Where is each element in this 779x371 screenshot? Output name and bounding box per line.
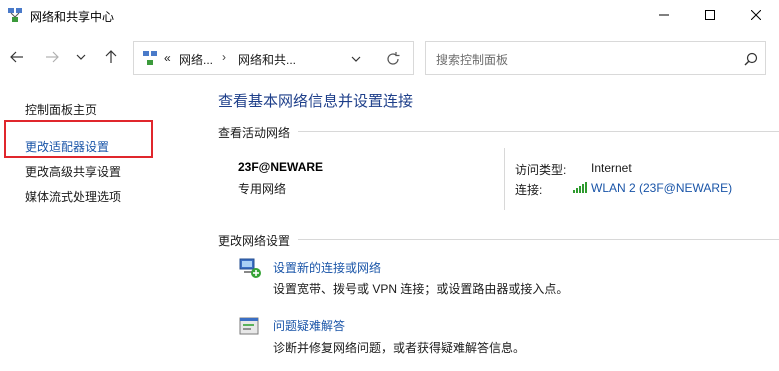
arrow-up-icon <box>105 50 117 63</box>
connection-link[interactable]: WLAN 2 (23F@NEWARE) <box>591 181 732 195</box>
forward-button[interactable] <box>41 46 63 68</box>
chevron-down-icon <box>76 54 86 60</box>
back-button[interactable] <box>6 46 28 68</box>
setup-new-connection-desc: 设置宽带、拨号或 VPN 连接；或设置路由器或接入点。 <box>273 282 569 296</box>
breadcrumb-overflow[interactable]: « <box>164 51 171 65</box>
vertical-divider <box>504 148 505 210</box>
close-button[interactable] <box>733 0 779 30</box>
chevron-down-icon[interactable] <box>349 52 363 66</box>
setup-new-connection-link[interactable]: 设置新的连接或网络 <box>273 259 381 276</box>
page-title: 查看基本网络信息并设置连接 <box>218 93 414 110</box>
search-icon[interactable] <box>744 52 758 66</box>
network-name: 23F@NEWARE <box>238 160 324 174</box>
access-type-value: Internet <box>591 161 632 175</box>
troubleshoot-desc: 诊断并修复网络问题，或者获得疑难解答信息。 <box>273 341 526 355</box>
search-box[interactable]: 搜索控制面板 <box>425 41 766 75</box>
window-title: 网络和共享中心 <box>30 10 115 24</box>
title-bar: 网络和共享中心 <box>0 0 779 30</box>
troubleshoot-icon <box>239 317 259 335</box>
network-type-link[interactable]: 专用网络 <box>238 180 286 197</box>
address-bar[interactable]: « 网络... › 网络和共... <box>133 41 414 75</box>
maximize-icon <box>705 10 715 20</box>
refresh-icon[interactable] <box>385 51 401 67</box>
sidebar-item-control-panel-home[interactable]: 控制面板主页 <box>25 101 97 118</box>
minimize-button[interactable] <box>641 0 687 30</box>
arrow-left-icon <box>10 51 23 63</box>
breadcrumb-separator: › <box>222 50 226 64</box>
close-icon <box>751 10 761 20</box>
recent-locations-button[interactable] <box>70 46 92 68</box>
new-connection-icon <box>239 258 261 278</box>
active-networks-heading: 查看活动网络 <box>218 126 291 140</box>
search-placeholder: 搜索控制面板 <box>436 53 509 67</box>
navigation-bar: « 网络... › 网络和共... 搜索控制面板 <box>0 30 779 84</box>
highlight-annotation <box>4 120 153 158</box>
up-button[interactable] <box>100 46 122 68</box>
breadcrumb-network[interactable]: 网络... <box>179 51 213 68</box>
wifi-signal-icon <box>573 182 587 193</box>
section-divider <box>298 239 779 240</box>
network-center-icon <box>143 51 157 65</box>
breadcrumb-sharing-center[interactable]: 网络和共... <box>238 51 296 68</box>
section-divider <box>298 131 779 132</box>
network-center-icon <box>8 8 22 22</box>
maximize-button[interactable] <box>687 0 733 30</box>
sidebar-item-advanced-sharing-settings[interactable]: 更改高级共享设置 <box>25 163 121 180</box>
access-type-label: 访问类型: <box>515 163 567 177</box>
minimize-icon <box>659 14 669 16</box>
sidebar-item-media-streaming-options[interactable]: 媒体流式处理选项 <box>25 188 121 205</box>
change-settings-heading: 更改网络设置 <box>218 234 291 248</box>
troubleshoot-link[interactable]: 问题疑难解答 <box>273 317 345 334</box>
arrow-right-icon <box>46 51 59 63</box>
connection-label: 连接: <box>515 183 543 197</box>
